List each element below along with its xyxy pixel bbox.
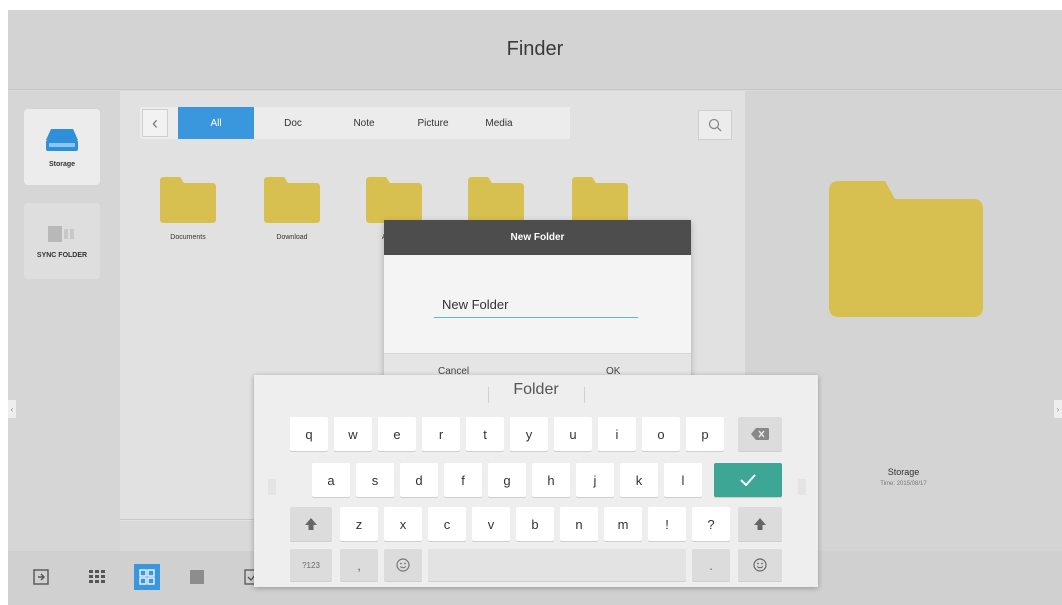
backspace-key[interactable]	[738, 417, 782, 451]
key-w[interactable]: w	[334, 417, 372, 451]
sidebar-item-label: SYNC FOLDER	[36, 251, 88, 259]
folder-name-input[interactable]	[434, 292, 638, 318]
new-folder-dialog: New Folder Cancel OK	[384, 220, 691, 395]
symbols-key[interactable]: ?123	[290, 549, 332, 581]
grid-small-icon	[89, 570, 105, 583]
sidebar-item-sync-folder[interactable]: SYNC FOLDER	[24, 203, 100, 279]
folder-download[interactable]: Download	[264, 177, 320, 241]
folder-icon	[468, 177, 524, 223]
key-m[interactable]: m	[604, 507, 642, 541]
folder-documents[interactable]: Documents	[160, 177, 216, 241]
sidebar-item-storage[interactable]: Storage	[24, 109, 100, 185]
suggestion-word[interactable]: Folder	[254, 381, 818, 399]
folder-icon	[264, 177, 320, 223]
shift-icon	[754, 518, 766, 530]
key-k[interactable]: k	[620, 463, 658, 497]
keyboard-handle-right[interactable]	[798, 479, 806, 495]
shift-key-right[interactable]	[738, 507, 782, 541]
onscreen-keyboard: Folder q w e r t y u i o p a s d f g h j…	[254, 375, 818, 587]
title-bar: Finder	[8, 10, 1062, 90]
shift-key-left[interactable]	[290, 507, 332, 541]
key-r[interactable]: r	[422, 417, 460, 451]
folder-label: Download	[276, 234, 308, 241]
finder-window: Finder Storage SYNC FOLDER ‹ All Doc Not…	[8, 10, 1062, 605]
screen: Finder Storage SYNC FOLDER ‹ All Doc Not…	[0, 0, 1062, 605]
folder-icon	[366, 177, 422, 223]
sidebar-item-label: Storage	[48, 160, 76, 168]
back-button[interactable]: ‹	[142, 109, 168, 137]
folder-large-icon	[829, 181, 983, 317]
sidebar: Storage SYNC FOLDER	[8, 91, 120, 551]
key-b[interactable]: b	[516, 507, 554, 541]
grid-small-button[interactable]	[84, 564, 110, 590]
key-g[interactable]: g	[488, 463, 526, 497]
emoticon-key[interactable]	[738, 549, 782, 581]
key-y[interactable]: y	[510, 417, 548, 451]
key-o[interactable]: o	[642, 417, 680, 451]
grid-view-button[interactable]	[134, 564, 160, 590]
key-l[interactable]: l	[664, 463, 702, 497]
sync-folder-icon	[48, 225, 74, 242]
tab-media[interactable]: Media	[470, 107, 528, 139]
chevron-right-icon: ›	[1056, 404, 1060, 414]
folder-icon	[572, 177, 628, 223]
key-s[interactable]: s	[356, 463, 394, 497]
search-button[interactable]	[698, 110, 732, 140]
emoji-key[interactable]	[384, 549, 422, 581]
tab-note[interactable]: Note	[332, 107, 396, 139]
grid-view-icon	[139, 569, 155, 585]
key-c[interactable]: c	[428, 507, 466, 541]
dialog-title: New Folder	[384, 220, 691, 255]
period-key[interactable]: .	[692, 549, 730, 581]
exit-button[interactable]	[28, 564, 54, 590]
checkmark-icon	[740, 474, 756, 486]
key-x[interactable]: x	[384, 507, 422, 541]
chevron-left-icon: ‹	[152, 112, 158, 133]
key-f[interactable]: f	[444, 463, 482, 497]
key-a[interactable]: a	[312, 463, 350, 497]
emoji-icon	[396, 558, 410, 572]
suggestion-divider	[584, 387, 585, 403]
tab-all[interactable]: All	[178, 107, 254, 139]
key-t[interactable]: t	[466, 417, 504, 451]
key-v[interactable]: v	[472, 507, 510, 541]
key-exclamation[interactable]: !	[648, 507, 686, 541]
backspace-icon	[751, 428, 769, 440]
folder-icon	[160, 177, 216, 223]
list-view-icon	[190, 570, 204, 584]
tab-doc[interactable]: Doc	[254, 107, 332, 139]
search-icon	[708, 118, 722, 132]
key-p[interactable]: p	[686, 417, 724, 451]
storage-drive-icon	[46, 128, 78, 151]
key-n[interactable]: n	[560, 507, 598, 541]
list-view-button[interactable]	[184, 564, 210, 590]
folder-label: Documents	[170, 234, 206, 241]
enter-key[interactable]	[714, 463, 782, 497]
key-u[interactable]: u	[554, 417, 592, 451]
filter-bar: ‹ All Doc Note Picture Media	[140, 107, 570, 139]
exit-icon	[33, 569, 49, 585]
key-question[interactable]: ?	[692, 507, 730, 541]
key-e[interactable]: e	[378, 417, 416, 451]
space-key[interactable]	[428, 549, 686, 581]
left-edge-arrow[interactable]: ‹	[8, 400, 16, 418]
keyboard-handle-left[interactable]	[268, 479, 276, 495]
key-q[interactable]: q	[290, 417, 328, 451]
key-z[interactable]: z	[340, 507, 378, 541]
right-edge-arrow[interactable]: ›	[1054, 400, 1062, 418]
tab-picture[interactable]: Picture	[396, 107, 470, 139]
comma-key[interactable]: ,	[340, 549, 378, 581]
key-j[interactable]: j	[576, 463, 614, 497]
key-h[interactable]: h	[532, 463, 570, 497]
key-d[interactable]: d	[400, 463, 438, 497]
shift-icon	[305, 518, 317, 530]
window-title: Finder	[506, 38, 564, 60]
key-i[interactable]: i	[598, 417, 636, 451]
chevron-left-icon: ‹	[10, 404, 14, 414]
smiley-icon	[753, 558, 767, 572]
